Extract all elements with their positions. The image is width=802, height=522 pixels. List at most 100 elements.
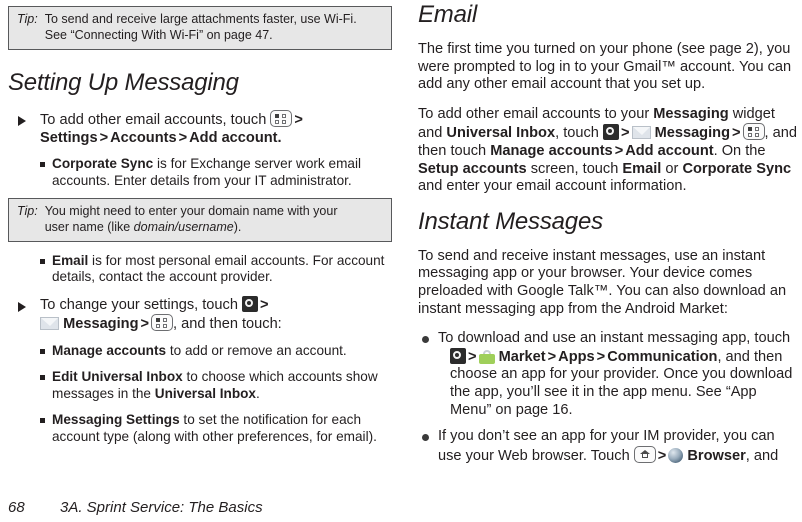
bold-universal-inbox: Universal Inbox (154, 385, 256, 401)
text-run: To download and use an instant messaging… (438, 330, 791, 347)
section-heading-setting-up-messaging: Setting Up Messaging (8, 69, 239, 96)
step-text: To add other email accounts, touch (40, 112, 271, 128)
left-column: Tip: To send and receive large attachmen… (8, 0, 392, 445)
bold-add-account: Add account (625, 142, 714, 159)
bold-manage-accounts: Manage accounts (490, 142, 613, 159)
tip-label: Tip: (17, 12, 38, 26)
bold-communication: Communication (607, 348, 718, 365)
bold-add-account: Add account. (189, 129, 282, 146)
bold-universal-inbox: Universal Inbox (446, 125, 556, 142)
bold-edit-universal-inbox: Edit Universal Inbox (52, 369, 183, 385)
launcher-icon (450, 347, 466, 364)
tip-label: Tip: (17, 204, 38, 218)
app-menu-icon (742, 123, 765, 141)
step-change-settings: To change your settings, touch > Messagi… (8, 295, 392, 334)
square-bullet-icon (40, 418, 45, 424)
section-heading-instant-messages: Instant Messages (418, 207, 603, 235)
globe-icon (668, 447, 684, 463)
bold-market: Market (498, 348, 546, 365)
envelope-icon (40, 317, 59, 331)
chevron-separator: > (596, 348, 606, 365)
paragraph-instant-messages: To send and receive instant messages, us… (418, 247, 787, 317)
manual-page: Tip: To send and receive large attachmen… (0, 0, 802, 522)
step-text-end: , and then touch: (173, 316, 282, 333)
text-run: , and (745, 447, 779, 464)
text-run: , touch (555, 125, 603, 142)
sub-item-text: to add or remove an account. (166, 343, 347, 358)
envelope-icon (631, 126, 651, 140)
chevron-separator: > (178, 129, 188, 146)
text-run: or (661, 160, 683, 177)
app-menu-icon (270, 110, 293, 127)
right-column: Email The first time you turned on your … (418, 0, 802, 465)
round-bullet-icon (422, 336, 429, 344)
bullet-web-browser: If you don’t see an app for your IM prov… (418, 428, 802, 465)
sub-item-text-end: . (256, 385, 260, 401)
sub-item-edit-universal-inbox: Edit Universal Inbox to choose which acc… (8, 369, 392, 402)
chevron-separator: > (99, 129, 109, 146)
text-run: screen, touch (526, 160, 623, 177)
tip-box-wifi: Tip: To send and receive large attachmen… (8, 6, 392, 50)
bold-messaging: Messaging (654, 125, 730, 142)
chevron-separator: > (614, 142, 624, 159)
page-footer: 68 3A. Sprint Service: The Basics (8, 499, 263, 517)
chevron-separator: > (620, 125, 630, 142)
text-run: . On the (713, 142, 766, 159)
tip-line-1: To send and receive large attachments fa… (44, 12, 357, 26)
bold-corporate-sync: Corporate Sync (682, 160, 792, 177)
bold-email: Email (622, 160, 662, 177)
round-bullet-icon (422, 434, 429, 442)
bold-settings: Settings (40, 129, 98, 146)
bullet-download-app: To download and use an instant messaging… (418, 330, 802, 419)
tip-line-1: You might need to enter your domain name… (44, 204, 338, 218)
step-add-email-accounts: To add other email accounts, touch > Set… (8, 110, 392, 147)
footer-page-number: 68 (8, 499, 25, 516)
tip-line-2-post: ). (233, 219, 242, 234)
bold-messaging-settings: Messaging Settings (52, 412, 180, 428)
text-run: To add other email accounts to your (418, 105, 654, 122)
tip-box-domain: Tip: You might need to enter your domain… (8, 198, 392, 242)
triangle-bullet-icon (18, 116, 26, 126)
bold-email: Email (52, 253, 89, 268)
sub-item-text: is for most personal email accounts. For… (52, 253, 385, 285)
tip-line-2-italic: domain/username (133, 219, 234, 234)
bold-apps: Apps (558, 348, 595, 365)
square-bullet-icon (40, 349, 45, 354)
chevron-separator: > (657, 447, 667, 464)
market-bag-icon (478, 349, 495, 364)
app-menu-icon (151, 314, 174, 332)
triangle-bullet-icon (18, 301, 26, 312)
bold-manage-accounts: Manage accounts (52, 343, 167, 358)
sub-item-corporate-sync: Corporate Sync is for Exchange server wo… (8, 156, 392, 189)
paragraph-add-accounts: To add other email accounts to your Mess… (418, 106, 802, 196)
square-bullet-icon (40, 259, 45, 264)
sub-item-messaging-settings: Messaging Settings to set the notificati… (8, 412, 392, 445)
tip-text: You might need to enter your domain name… (45, 204, 383, 235)
bold-messaging: Messaging (63, 316, 139, 333)
home-icon (633, 445, 656, 463)
bold-messaging: Messaging (653, 105, 729, 122)
launcher-icon (602, 124, 619, 141)
square-bullet-icon (40, 162, 45, 168)
text-run: and enter your email account information… (418, 178, 687, 195)
bold-browser: Browser (687, 447, 746, 464)
chevron-separator: > (468, 348, 477, 365)
chevron-separator: > (547, 348, 557, 365)
tip-line-2-pre: user name (like (44, 219, 134, 234)
step-text: To change your settings, touch (40, 296, 243, 313)
chevron-separator: > (260, 296, 269, 313)
tip-line-2: See “Connecting With Wi-Fi” on page 47. (44, 27, 273, 42)
section-heading-email: Email (418, 1, 478, 28)
paragraph-first-time: The first time you turned on your phone … (418, 41, 792, 93)
square-bullet-icon (40, 375, 45, 381)
bold-corporate-sync: Corporate Sync (52, 156, 154, 172)
chevron-separator: > (140, 316, 150, 333)
bullet-continuation: > Market > Apps > Communication, and then ch… (438, 347, 802, 419)
footer-chapter-title: 3A. Sprint Service: The Basics (60, 499, 263, 516)
bold-accounts: Accounts (110, 129, 177, 146)
chevron-separator: > (294, 112, 303, 128)
chevron-separator: > (731, 125, 741, 142)
sub-item-email: Email is for most personal email account… (8, 253, 392, 286)
tip-text: To send and receive large attachments fa… (45, 12, 383, 43)
sub-item-manage-accounts: Manage accounts to add or remove an acco… (8, 343, 392, 359)
